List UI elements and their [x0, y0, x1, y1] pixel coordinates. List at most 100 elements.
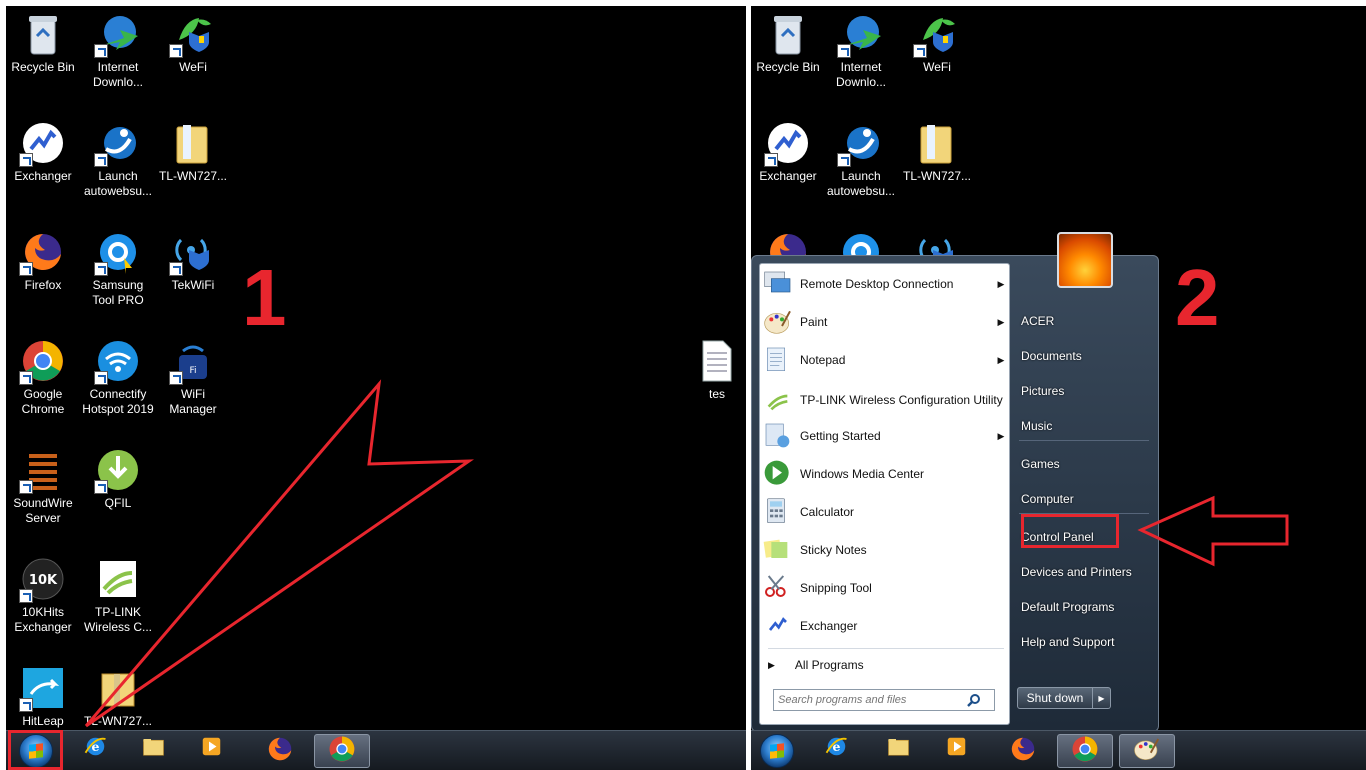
taskbar-explorer-2[interactable]: [873, 734, 929, 768]
start-menu: Remote Desktop Connection ▶ Paint ▶ Notepad ▶…: [751, 255, 1159, 732]
user-picture[interactable]: [1057, 232, 1113, 288]
program-label: Windows Media Center: [800, 466, 925, 481]
desktop-panel-1: Recycle Bin Internet Downlo... WeFi Exchang…: [6, 6, 746, 770]
taskbar-internet-explorer-2[interactable]: e: [811, 734, 867, 768]
exchanger-icon: [764, 119, 812, 167]
submenu-arrow-icon[interactable]: ▶: [995, 431, 1007, 442]
program-paint[interactable]: Paint ▶: [762, 304, 1007, 340]
taskbar-media-player[interactable]: [186, 734, 242, 768]
shortcut-arrow-icon: [764, 153, 778, 167]
help-support-link[interactable]: Help and Support: [1021, 635, 1114, 649]
shutdown-button[interactable]: Shut down: [1017, 687, 1093, 709]
annotation-arrow-1: [84, 379, 475, 728]
chrome-icon: [327, 734, 357, 769]
search-input[interactable]: [774, 694, 964, 706]
calculator-icon: [762, 496, 794, 528]
program-sticky-notes[interactable]: Sticky Notes: [762, 532, 1007, 568]
program-notepad[interactable]: Notepad ▶: [762, 342, 1007, 378]
submenu-arrow-icon[interactable]: ▶: [995, 317, 1007, 328]
explorer-folder-icon: [886, 734, 916, 769]
program-label: Snipping Tool: [800, 580, 872, 595]
program-label: Calculator: [800, 504, 855, 519]
shortcut-arrow-icon: [837, 44, 851, 58]
shutdown-options-arrow[interactable]: ▶: [1093, 687, 1111, 709]
pictures-link[interactable]: Pictures: [1021, 384, 1064, 398]
music-link[interactable]: Music: [1021, 419, 1052, 433]
taskbar-internet-explorer[interactable]: e: [70, 734, 126, 768]
magnifier-icon: [964, 691, 984, 709]
program-label: Getting Started: [800, 428, 881, 443]
program-label: Paint: [800, 314, 828, 329]
taskbar-1: e: [6, 730, 746, 770]
recycle-bin-icon: [764, 10, 812, 58]
program-exchanger[interactable]: Exchanger: [762, 608, 1007, 644]
desktop-icon-label: Internet Downlo...: [835, 60, 887, 89]
taskbar-chrome-2[interactable]: [1057, 734, 1113, 768]
wefi-icon: [913, 10, 961, 58]
computer-link[interactable]: Computer: [1021, 492, 1074, 506]
start-button-2[interactable]: [757, 732, 797, 770]
games-link[interactable]: Games: [1021, 457, 1060, 471]
internet-download-manager-icon: [837, 10, 885, 58]
program-label: Notepad: [800, 352, 846, 367]
program-remote-desktop-connection[interactable]: Remote Desktop Connection ▶: [762, 266, 1007, 302]
chrome-icon: [1070, 734, 1100, 769]
explorer-folder-icon: [141, 734, 171, 769]
desktop-icon-recycle-bin[interactable]: Recycle Bin: [751, 10, 825, 75]
sticky-notes-icon: [762, 534, 794, 566]
taskbar-firefox[interactable]: [252, 734, 308, 768]
launch-autowebsurf-icon: [837, 119, 885, 167]
submenu-arrow-icon[interactable]: ▶: [995, 279, 1007, 290]
shortcut-arrow-icon: [837, 153, 851, 167]
media-player-icon: [199, 734, 229, 769]
taskbar-media-player-2[interactable]: [931, 734, 987, 768]
programs-divider: [768, 648, 1004, 649]
desktop-panel-2: Recycle Bin Internet Downlo... WeFi Exchang…: [751, 6, 1366, 770]
paint-icon: [1132, 734, 1162, 769]
snipping-tool-icon: [762, 572, 794, 604]
program-getting-started[interactable]: Getting Started ▶: [762, 418, 1007, 454]
desktop-icon-internet-download-manager[interactable]: Internet Downlo...: [824, 10, 898, 90]
shutdown-control: Shut down ▶: [1017, 687, 1111, 709]
notepad-icon: [762, 344, 794, 376]
desktop-icon-label: Launch autowebsu...: [826, 169, 896, 198]
remote-desktop-icon: [762, 268, 794, 300]
getting-started-icon: [762, 420, 794, 452]
firefox-icon: [1008, 734, 1038, 769]
acer-user-link[interactable]: ACER: [1021, 314, 1054, 328]
program-label: Exchanger: [800, 618, 858, 633]
submenu-arrow-icon[interactable]: ▶: [995, 355, 1007, 366]
desktop-icon-label: WeFi: [923, 60, 951, 74]
taskbar-explorer[interactable]: [128, 734, 184, 768]
internet-explorer-icon: e: [83, 734, 113, 769]
taskbar-firefox-2[interactable]: [995, 734, 1051, 768]
documents-link[interactable]: Documents: [1021, 349, 1082, 363]
annotation-arrow-2: [1137, 495, 1289, 567]
firefox-icon: [265, 734, 295, 769]
start-button-highlight: [8, 730, 63, 770]
step-number-2: 2: [1175, 253, 1220, 342]
devices-printers-link[interactable]: Devices and Printers: [1021, 565, 1132, 579]
media-center-icon: [762, 458, 794, 490]
taskbar-paint[interactable]: [1119, 734, 1175, 768]
program-label: TP-LINK Wireless Configuration Utility: [800, 392, 1003, 407]
control-panel-highlight: [1021, 514, 1119, 548]
program-windows-media-center[interactable]: Windows Media Center: [762, 456, 1007, 492]
desktop-icon-wefi[interactable]: WeFi: [900, 10, 974, 75]
taskbar-2: e: [751, 730, 1366, 770]
program-calculator[interactable]: Calculator: [762, 494, 1007, 530]
program-tp-link-wireless-configuration-utility[interactable]: TP-LINK Wireless Configuration Utility: [762, 382, 1007, 418]
taskbar-chrome[interactable]: [314, 734, 370, 768]
default-programs-link[interactable]: Default Programs: [1021, 600, 1114, 614]
play-arrow-icon: ▶: [768, 659, 775, 670]
program-snipping-tool[interactable]: Snipping Tool: [762, 570, 1007, 606]
desktop-icon-folder[interactable]: TL-WN727...: [900, 119, 974, 184]
start-menu-programs: Remote Desktop Connection ▶ Paint ▶ Notepad ▶…: [759, 263, 1010, 725]
internet-explorer-icon: e: [824, 734, 854, 769]
desktop-icon-exchanger[interactable]: Exchanger: [751, 119, 825, 184]
all-programs-button[interactable]: ▶ All Programs: [768, 654, 1004, 676]
start-search-box[interactable]: [773, 689, 995, 711]
program-label: Remote Desktop Connection: [800, 276, 954, 291]
desktop-icon-label: TL-WN727...: [902, 169, 971, 183]
desktop-icon-launch-autowebsurf[interactable]: Launch autowebsu...: [824, 119, 898, 199]
